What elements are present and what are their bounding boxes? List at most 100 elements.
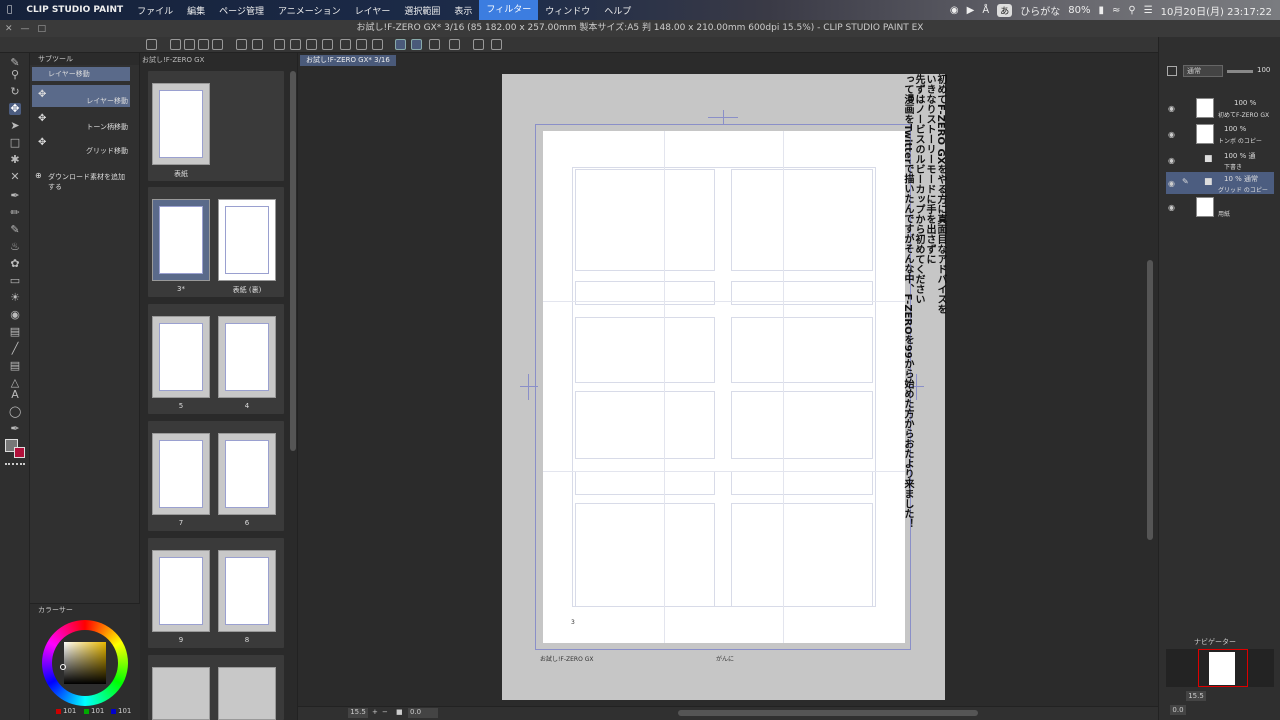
redo-icon[interactable] bbox=[252, 39, 263, 50]
undo-icon[interactable] bbox=[236, 39, 247, 50]
color-cursor[interactable] bbox=[60, 664, 66, 670]
layer-row[interactable]: ◉ 100 % トンボ のコピー bbox=[1166, 123, 1274, 145]
play-icon[interactable]: ▶ bbox=[967, 5, 975, 16]
blend-mode-select[interactable]: 通常 bbox=[1183, 65, 1223, 77]
save-icon[interactable] bbox=[198, 39, 209, 50]
pen-tool-icon[interactable]: ✒ bbox=[9, 190, 21, 202]
layer-row-paper[interactable]: ◉ 用紙 bbox=[1166, 196, 1274, 218]
layer-property-icon[interactable] bbox=[1167, 66, 1177, 76]
expand-icon[interactable] bbox=[473, 39, 484, 50]
clear-icon[interactable] bbox=[356, 39, 367, 50]
eye-icon[interactable]: ◉ bbox=[1168, 130, 1175, 139]
zoom-field[interactable]: 15.5 bbox=[348, 708, 368, 718]
canvas-size-icon[interactable] bbox=[322, 39, 333, 50]
operation-icon[interactable]: ➤ bbox=[9, 120, 21, 132]
menu-edit[interactable]: 編集 bbox=[180, 4, 212, 17]
bluetooth-icon[interactable]: Å bbox=[982, 5, 989, 16]
comic-frame[interactable] bbox=[575, 503, 715, 607]
rotate-icon[interactable]: ↻ bbox=[9, 86, 21, 98]
page-thumb-9[interactable] bbox=[152, 550, 210, 632]
comic-frame[interactable] bbox=[731, 317, 873, 383]
figure-icon[interactable]: ╱ bbox=[9, 343, 21, 355]
input-method-label[interactable]: ひらがな bbox=[1020, 3, 1060, 18]
input-method-badge[interactable]: あ bbox=[997, 3, 1013, 17]
eyedropper-icon[interactable]: ✕ bbox=[9, 171, 21, 183]
crop-icon[interactable] bbox=[306, 39, 317, 50]
comic-frame[interactable] bbox=[575, 317, 715, 383]
eraser-icon[interactable]: ▭ bbox=[9, 275, 21, 287]
fill-icon[interactable] bbox=[340, 39, 351, 50]
saturation-square[interactable] bbox=[64, 642, 106, 684]
page-thumb-cover[interactable] bbox=[152, 83, 210, 165]
zoom-in-icon[interactable]: + bbox=[372, 708, 378, 716]
menu-selection[interactable]: 選択範囲 bbox=[397, 4, 447, 17]
airbrush-icon[interactable]: ♨ bbox=[9, 241, 21, 253]
opacity-slider[interactable] bbox=[1227, 70, 1253, 73]
fit-icon[interactable]: ■ bbox=[396, 708, 403, 716]
layer-folder-row-selected[interactable]: ◉ ✎ ■ 10 % 通常 グリッド のコピー bbox=[1166, 172, 1274, 194]
menu-filter[interactable]: フィルター bbox=[479, 0, 539, 20]
page-thumb-7[interactable] bbox=[152, 433, 210, 515]
eye-icon[interactable]: ◉ bbox=[1168, 104, 1175, 113]
subtool-item-grid-move[interactable]: ✥ グリッド移動 bbox=[32, 135, 130, 157]
comic-frame[interactable] bbox=[731, 391, 873, 459]
vertical-text-block[interactable]: 初めてF-ZERO GXをやる方に真面目なアドバイスを いきなりストーリーモード… bbox=[902, 74, 946, 634]
decoration-icon[interactable]: ✿ bbox=[9, 258, 21, 270]
datetime[interactable]: 10月20日(月) 23:17:22 bbox=[1161, 3, 1272, 18]
canvas-horizontal-scrollbar[interactable] bbox=[678, 710, 978, 716]
subtool-item-layer-move[interactable]: ✥ レイヤー移動 bbox=[32, 85, 130, 107]
page-thumb-8[interactable] bbox=[218, 550, 276, 632]
page-thumb-cover-back[interactable] bbox=[218, 199, 276, 281]
canvas-vertical-scrollbar[interactable] bbox=[1147, 260, 1153, 540]
selection-icon[interactable]: □ bbox=[9, 137, 21, 149]
magic-wand-icon[interactable]: ✱ bbox=[9, 154, 21, 166]
comic-frame[interactable] bbox=[575, 169, 715, 271]
pencil-icon[interactable]: ✏ bbox=[9, 207, 21, 219]
page-list-scrollbar[interactable] bbox=[290, 71, 296, 451]
search-icon[interactable]: ⚲ bbox=[1128, 5, 1135, 16]
zoom-icon[interactable]: ⚲ bbox=[9, 69, 21, 81]
subtool-layer-move-tab[interactable]: レイヤー移動 bbox=[32, 67, 130, 81]
minimize-icon[interactable]: — bbox=[21, 24, 30, 34]
fill-tool-icon[interactable]: ◉ bbox=[9, 309, 21, 321]
open-icon[interactable] bbox=[184, 39, 195, 50]
page-thumb-10[interactable] bbox=[218, 667, 276, 720]
layer-folder-row[interactable]: ◉ ■ 100 % 通 下書き bbox=[1166, 149, 1274, 171]
outside-clear-icon[interactable] bbox=[372, 39, 383, 50]
page-thumb-4[interactable] bbox=[218, 316, 276, 398]
menu-view[interactable]: 表示 bbox=[447, 4, 479, 17]
move-icon[interactable]: ✥ bbox=[9, 103, 21, 115]
snap-special-ruler-icon[interactable] bbox=[411, 39, 422, 50]
brush-icon[interactable]: ✎ bbox=[9, 224, 21, 236]
clip-studio-icon[interactable] bbox=[146, 39, 157, 50]
apple-menu-icon[interactable]:  bbox=[0, 5, 19, 15]
menu-page[interactable]: ページ管理 bbox=[212, 4, 271, 17]
battery-icon[interactable]: ▮ bbox=[1098, 5, 1104, 16]
zoom-out-icon[interactable]: − bbox=[382, 708, 388, 716]
text-icon[interactable]: A bbox=[9, 389, 21, 401]
frame-icon[interactable]: ▤ bbox=[9, 360, 21, 372]
hue-ring[interactable] bbox=[42, 620, 128, 706]
help-icon[interactable] bbox=[491, 39, 502, 50]
menu-layer[interactable]: レイヤー bbox=[348, 4, 398, 17]
blend-icon[interactable]: ☀ bbox=[9, 292, 21, 304]
battery-percent[interactable]: 80% bbox=[1068, 5, 1090, 16]
comic-frame[interactable] bbox=[575, 391, 715, 459]
layer-row[interactable]: ◉ 100 % 初めてF-ZERO GX bbox=[1166, 97, 1274, 119]
maximize-icon[interactable]: □ bbox=[38, 24, 47, 34]
deselect-icon[interactable] bbox=[274, 39, 285, 50]
balloon-icon[interactable]: ◯ bbox=[9, 406, 21, 418]
correct-line-icon[interactable]: ✒ bbox=[9, 423, 21, 435]
comic-frame[interactable] bbox=[731, 471, 873, 495]
wifi-icon[interactable]: ≈ bbox=[1112, 5, 1120, 16]
layer-color-icon[interactable] bbox=[449, 39, 460, 50]
page-thumb-6[interactable] bbox=[218, 433, 276, 515]
gradient-icon[interactable]: ▤ bbox=[9, 326, 21, 338]
document-tab[interactable]: お試し!F-ZERO GX* 3/16 bbox=[300, 55, 396, 66]
snap-grid-icon[interactable] bbox=[429, 39, 440, 50]
rotation-field[interactable]: 0.0 bbox=[408, 708, 438, 718]
page-thumb-5[interactable] bbox=[152, 316, 210, 398]
control-center-icon[interactable]: ☰ bbox=[1144, 5, 1153, 16]
eye-icon[interactable]: ◉ bbox=[1168, 156, 1175, 165]
page-manager-tab[interactable]: お試し!F-ZERO GX bbox=[142, 55, 204, 66]
